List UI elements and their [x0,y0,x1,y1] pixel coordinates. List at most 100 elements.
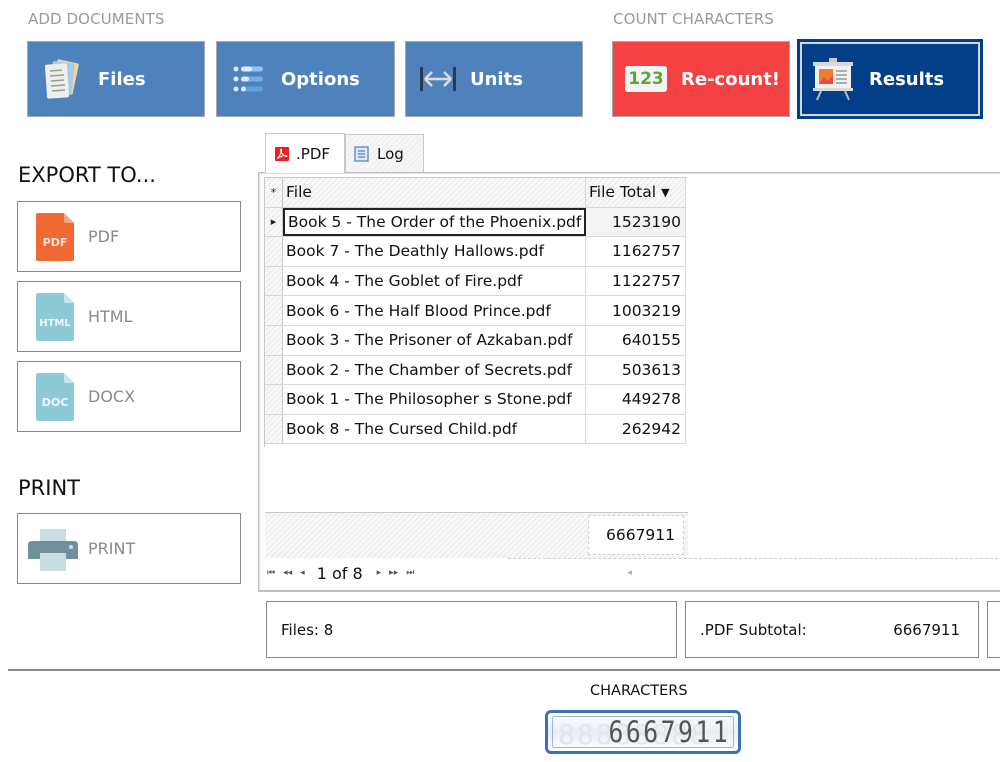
printer-icon [28,528,78,571]
table-row[interactable]: Book 7 - The Deathly Hallows.pdf 1162757 [265,237,686,267]
svg-text:PDF: PDF [43,236,68,249]
cell-file[interactable]: Book 5 - The Order of the Phoenix.pdf [283,207,586,237]
cell-file-total[interactable]: 1162757 [586,237,686,266]
table-row[interactable]: Book 1 - The Philosopher s Stone.pdf 4492… [265,385,686,415]
cell-file[interactable]: Book 2 - The Chamber of Secrets.pdf [283,355,586,385]
cell-file-total[interactable]: 449278 [586,385,686,414]
count-characters-label: COUNT CHARACTERS [613,10,774,28]
files-icon [38,55,86,103]
cell-file[interactable]: Book 7 - The Deathly Hallows.pdf [283,237,586,266]
files-count-box: Files: 8 [266,601,677,658]
files-count: Files: 8 [281,620,334,639]
files-button[interactable]: Files [27,41,205,117]
characters-label: CHARACTERS [590,683,688,699]
footer-divider [508,558,1000,559]
table-row[interactable]: ▸ Book 5 - The Order of the Phoenix.pdf 15… [265,207,686,238]
grid-header-row: * File File Total ▼ [265,178,686,208]
row-selector[interactable] [265,355,283,385]
recount-button-label: Re-count! [681,68,781,90]
export-pdf-button[interactable]: PDF PDF [17,201,241,272]
row-selector[interactable] [265,296,283,325]
print-button[interactable]: PRINT [17,513,241,584]
tab-log-label: Log [377,144,404,163]
current-row-indicator[interactable]: ▸ [265,207,283,237]
table-row[interactable]: Book 4 - The Goblet of Fire.pdf 1122757 [265,266,686,297]
add-documents-label: ADD DOCUMENTS [28,10,165,28]
cell-file[interactable]: Book 4 - The Goblet of Fire.pdf [283,266,586,296]
scroll-left-icon[interactable]: ◂ [627,568,632,578]
export-html-label: HTML [88,307,133,326]
svg-text:HTML: HTML [39,318,71,329]
options-button-label: Options [281,68,360,90]
export-heading: EXPORT TO... [18,163,156,187]
export-docx-button[interactable]: DOC DOCX [17,361,241,432]
prev-page-group-icon[interactable]: ◂◂ [283,568,292,578]
results-button-label: Results [869,68,945,90]
counter-123-icon: 123 [625,55,667,103]
column-header-file-total[interactable]: File Total ▼ [586,178,686,207]
export-html-button[interactable]: HTML HTML [17,281,241,352]
panel-bottom-border [258,590,1000,591]
prev-record-icon[interactable]: ◂ [300,568,305,578]
divider-line [8,669,1000,671]
characters-counter: 88888888 6667911 [545,710,741,754]
page-position: 1 of 8 [316,563,363,583]
units-button[interactable]: Units [405,41,583,117]
doc-file-icon: DOC [36,372,74,421]
tab-pdf-label: .PDF [296,144,330,163]
row-selector[interactable] [265,325,283,355]
table-row[interactable]: Book 2 - The Chamber of Secrets.pdf 50361… [265,355,686,386]
cell-file-total[interactable]: 1523190 [586,207,686,237]
subtotal-box: .PDF Subtotal: 6667911 [685,601,979,658]
pdf-file-icon: PDF [36,212,74,261]
units-button-label: Units [470,68,523,90]
cell-file-total[interactable]: 640155 [586,325,686,355]
recount-button[interactable]: 123 Re-count! [612,41,790,117]
next-page-group-icon[interactable]: ▸▸ [389,568,398,578]
new-row-marker: * [265,178,283,207]
data-grid: * File File Total ▼ ▸ Book 5 - The Order … [265,178,686,445]
print-button-label: PRINT [88,539,136,558]
files-button-label: Files [98,68,146,90]
row-selector[interactable] [265,385,283,414]
presentation-board-icon [811,55,855,103]
options-list-icon [231,55,267,103]
first-page-icon[interactable]: ⏮ [267,568,275,578]
last-page-icon[interactable]: ⏭ [406,568,414,578]
counter-digits: 6667911 [608,715,730,749]
pager: ⏮ ◂◂ ◂ 1 of 8 ▸ ▸▸ ⏭ ◂ [267,562,632,584]
print-heading: PRINT [18,476,80,500]
cell-file-total[interactable]: 1122757 [586,266,686,296]
cell-file[interactable]: Book 1 - The Philosopher s Stone.pdf [283,385,586,414]
export-docx-label: DOCX [88,387,136,406]
row-selector[interactable] [265,266,283,296]
cell-file[interactable]: Book 6 - The Half Blood Prince.pdf [283,296,586,325]
table-row[interactable]: Book 8 - The Cursed Child.pdf 262942 [265,414,686,445]
log-icon [354,145,369,162]
options-button[interactable]: Options [216,41,395,117]
html-file-icon: HTML [36,292,74,341]
row-selector[interactable] [265,414,283,444]
row-selector[interactable] [265,237,283,266]
subtotal-label: .PDF Subtotal: [700,620,807,639]
cell-file-total[interactable]: 503613 [586,355,686,385]
subtotal-value: 6667911 [893,620,960,639]
pdf-icon [275,146,289,161]
column-header-file[interactable]: File [283,178,586,207]
table-row[interactable]: Book 3 - The Prisoner of Azkaban.pdf 6401… [265,325,686,356]
table-row[interactable]: Book 6 - The Half Blood Prince.pdf 100321… [265,296,686,326]
next-record-icon[interactable]: ▸ [377,568,382,578]
column-header-file-total-label: File Total [589,183,657,202]
cell-file[interactable]: Book 3 - The Prisoner of Azkaban.pdf [283,325,586,355]
tab-log[interactable]: Log [345,134,424,172]
svg-text:DOC: DOC [42,396,69,409]
cell-file[interactable]: Book 8 - The Cursed Child.pdf [283,414,586,444]
width-arrows-icon [416,55,460,103]
cell-file-total[interactable]: 262942 [586,414,686,444]
sort-descending-icon: ▼ [661,185,670,199]
results-button[interactable]: Results [797,39,983,119]
tab-pdf[interactable]: .PDF [265,133,345,173]
export-pdf-label: PDF [88,227,120,246]
grid-footer-total: 6667911 [588,515,684,555]
cell-file-total[interactable]: 1003219 [586,296,686,325]
